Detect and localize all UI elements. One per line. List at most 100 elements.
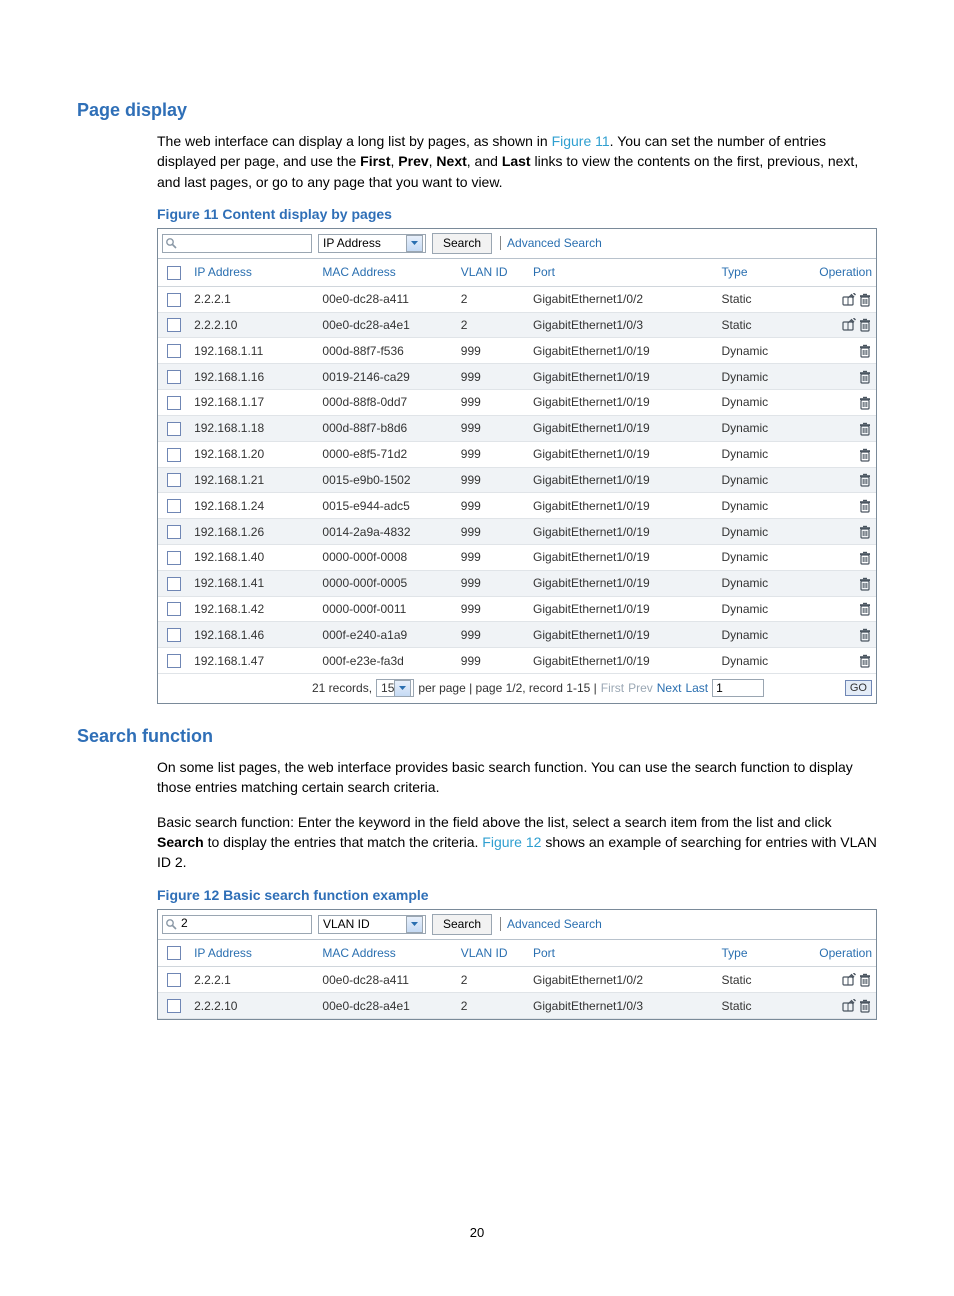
delete-icon[interactable] [858, 972, 872, 986]
delete-icon[interactable] [858, 550, 872, 564]
delete-icon[interactable] [858, 998, 872, 1012]
search-button[interactable]: Search [432, 233, 492, 254]
advanced-search-link[interactable]: Advanced Search [500, 917, 602, 931]
row-checkbox[interactable] [167, 973, 181, 987]
delete-icon[interactable] [858, 602, 872, 616]
row-checkbox[interactable] [167, 525, 181, 539]
row-checkbox[interactable] [167, 577, 181, 591]
row-checkbox[interactable] [167, 602, 181, 616]
cell-ip: 192.168.1.20 [190, 441, 318, 467]
checkbox-icon[interactable] [167, 946, 181, 960]
cell-mac: 0000-e8f5-71d2 [318, 441, 456, 467]
delete-icon[interactable] [858, 447, 872, 461]
column-header[interactable]: Type [718, 940, 804, 967]
text: Basic search function: Enter the keyword… [157, 814, 832, 830]
column-header[interactable]: Port [529, 259, 718, 286]
select-all-header[interactable] [158, 259, 190, 286]
cell-ip: 192.168.1.17 [190, 390, 318, 416]
cell-vlan: 999 [457, 596, 529, 622]
row-checkbox[interactable] [167, 344, 181, 358]
row-checkbox[interactable] [167, 293, 181, 307]
pager-info: per page | page 1/2, record 1-15 | [418, 681, 596, 695]
cell-ip: 192.168.1.47 [190, 648, 318, 674]
table-row: 192.168.1.41 0000-000f-0005 999 GigabitE… [158, 570, 876, 596]
cell-port: GigabitEthernet1/0/19 [529, 519, 718, 545]
page-input[interactable] [712, 679, 764, 697]
row-checkbox[interactable] [167, 422, 181, 436]
cell-ip: 2.2.2.10 [190, 993, 318, 1019]
edit-icon[interactable] [842, 998, 856, 1012]
delete-icon[interactable] [858, 627, 872, 641]
link-figure-12[interactable]: Figure 12 [482, 834, 541, 850]
row-checkbox[interactable] [167, 318, 181, 332]
link-figure-11[interactable]: Figure 11 [552, 133, 610, 149]
select-all-header[interactable] [158, 940, 190, 967]
row-checkbox[interactable] [167, 628, 181, 642]
cell-ip: 192.168.1.42 [190, 596, 318, 622]
cell-type: Dynamic [718, 570, 804, 596]
row-checkbox[interactable] [167, 473, 181, 487]
search-input[interactable]: 2 [162, 915, 312, 934]
delete-icon[interactable] [858, 292, 872, 306]
cell-port: GigabitEthernet1/0/19 [529, 648, 718, 674]
delete-icon[interactable] [858, 318, 872, 332]
row-checkbox[interactable] [167, 999, 181, 1013]
search-field-select[interactable]: IP Address [318, 234, 426, 253]
row-checkbox[interactable] [167, 499, 181, 513]
column-header[interactable]: MAC Address [318, 259, 456, 286]
cell-vlan: 2 [457, 286, 529, 312]
search-field-select[interactable]: VLAN ID [318, 915, 426, 934]
go-button[interactable]: GO [845, 680, 872, 696]
delete-icon[interactable] [858, 473, 872, 487]
delete-icon[interactable] [858, 395, 872, 409]
delete-icon[interactable] [858, 653, 872, 667]
delete-icon[interactable] [858, 576, 872, 590]
text: The web interface can display a long lis… [157, 133, 552, 149]
cell-ip: 192.168.1.21 [190, 467, 318, 493]
delete-icon[interactable] [858, 524, 872, 538]
cell-operation [804, 286, 876, 312]
bold-next: Next [436, 153, 466, 169]
column-header[interactable]: IP Address [190, 259, 318, 286]
advanced-search-link[interactable]: Advanced Search [500, 236, 602, 250]
table-row: 192.168.1.21 0015-e9b0-1502 999 GigabitE… [158, 467, 876, 493]
pager-next[interactable]: Next [657, 681, 682, 695]
cell-type: Dynamic [718, 415, 804, 441]
edit-icon[interactable] [842, 318, 856, 332]
cell-port: GigabitEthernet1/0/19 [529, 338, 718, 364]
column-header[interactable]: Port [529, 940, 718, 967]
pager-last[interactable]: Last [685, 681, 708, 695]
delete-icon[interactable] [858, 369, 872, 383]
column-header[interactable]: Operation [804, 940, 876, 967]
checkbox-icon[interactable] [167, 266, 181, 280]
column-header[interactable]: IP Address [190, 940, 318, 967]
cell-vlan: 999 [457, 390, 529, 416]
row-checkbox[interactable] [167, 551, 181, 565]
column-header[interactable]: VLAN ID [457, 259, 529, 286]
row-checkbox[interactable] [167, 654, 181, 668]
cell-mac: 0000-000f-0008 [318, 545, 456, 571]
row-checkbox[interactable] [167, 448, 181, 462]
delete-icon[interactable] [858, 421, 872, 435]
delete-icon[interactable] [858, 343, 872, 357]
search-input[interactable] [162, 234, 312, 253]
column-header[interactable]: Operation [804, 259, 876, 286]
cell-ip: 192.168.1.16 [190, 364, 318, 390]
per-page-select[interactable]: 15 [376, 679, 414, 697]
column-header[interactable]: VLAN ID [457, 940, 529, 967]
delete-icon[interactable] [858, 498, 872, 512]
row-checkbox[interactable] [167, 370, 181, 384]
table-row: 2.2.2.1 00e0-dc28-a411 2 GigabitEthernet… [158, 286, 876, 312]
column-header[interactable]: Type [718, 259, 804, 286]
row-checkbox[interactable] [167, 396, 181, 410]
edit-icon[interactable] [842, 292, 856, 306]
edit-icon[interactable] [842, 972, 856, 986]
pager-prev[interactable]: Prev [628, 681, 653, 695]
cell-mac: 000d-88f7-b8d6 [318, 415, 456, 441]
search-button[interactable]: Search [432, 914, 492, 935]
cell-operation [804, 441, 876, 467]
cell-vlan: 999 [457, 570, 529, 596]
cell-operation [804, 338, 876, 364]
pager-first[interactable]: First [601, 681, 624, 695]
column-header[interactable]: MAC Address [318, 940, 456, 967]
